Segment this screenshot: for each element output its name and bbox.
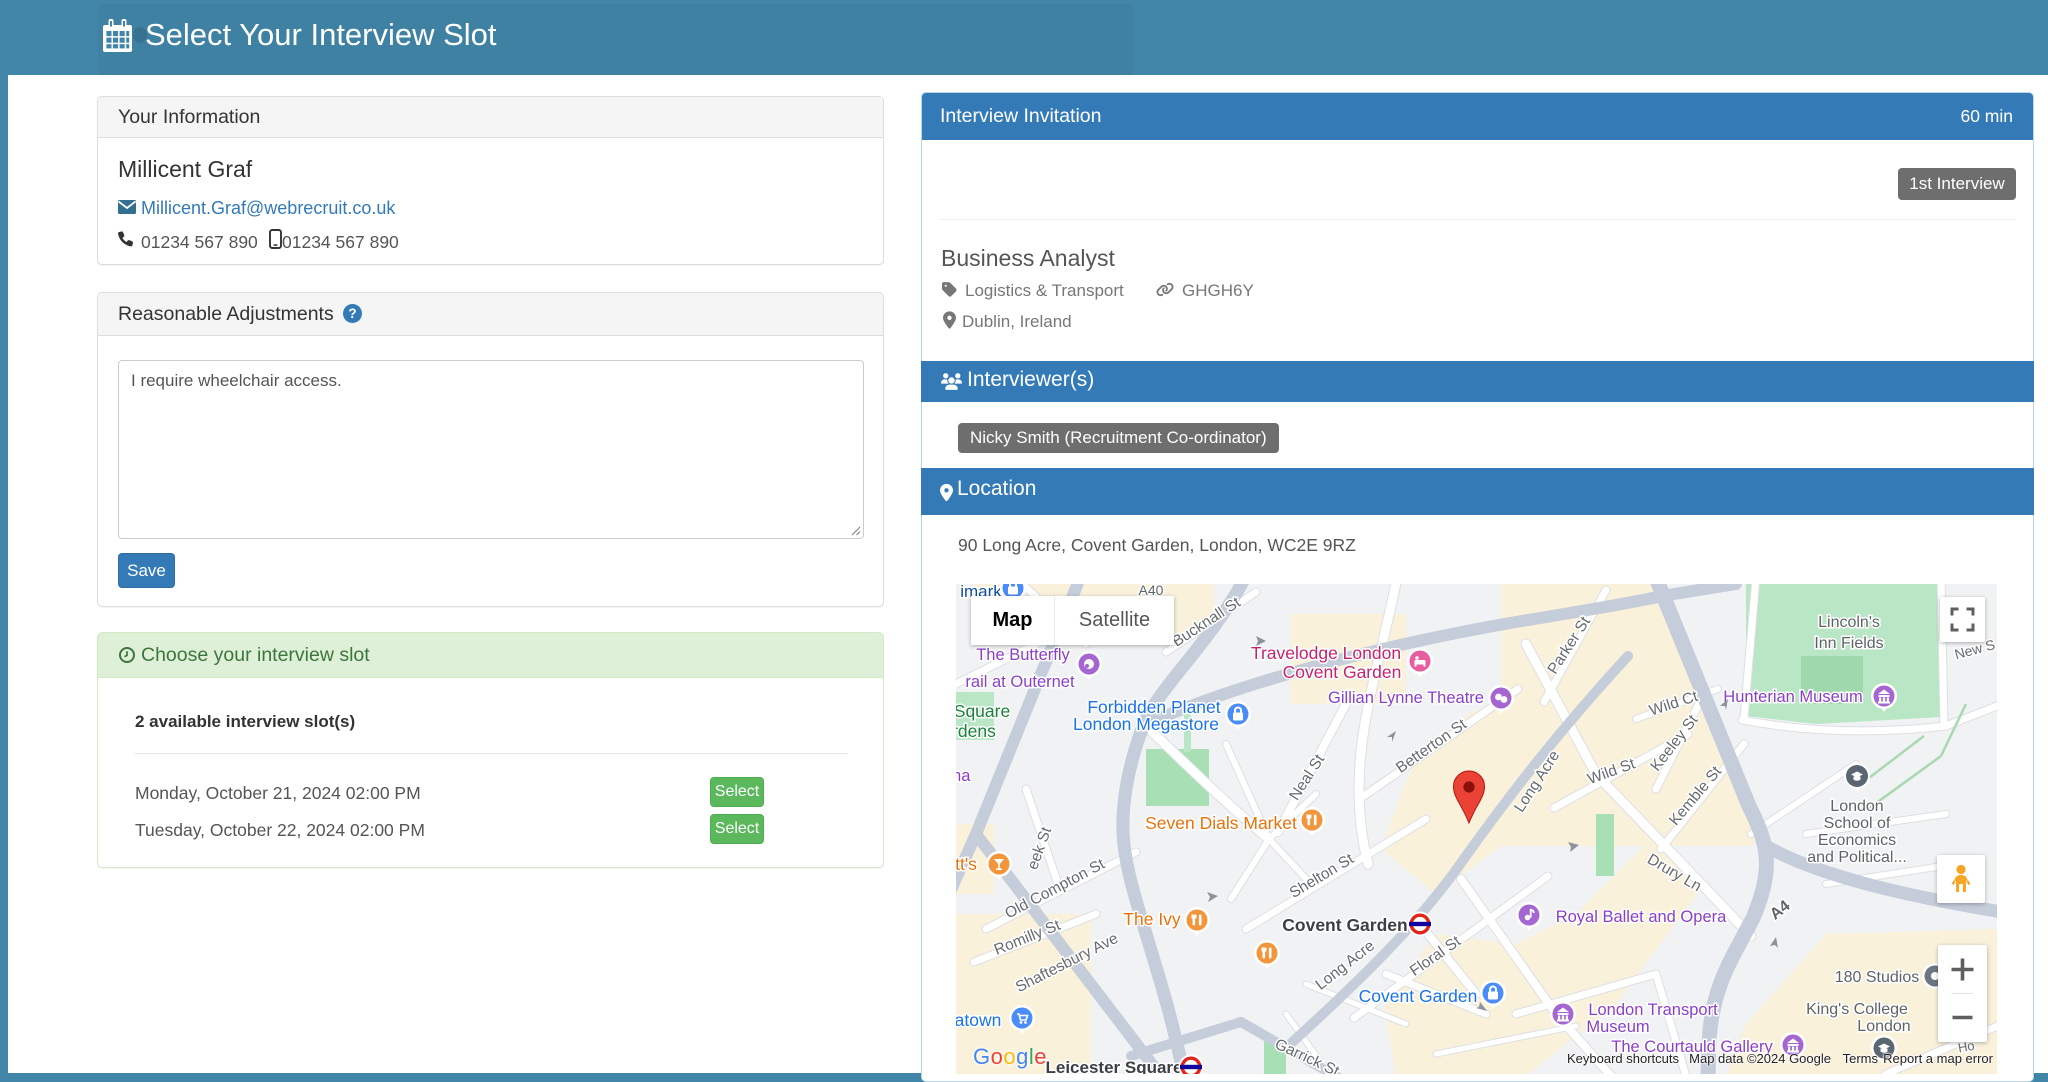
svg-text:Lincoln's: Lincoln's	[1818, 614, 1880, 631]
svg-text:Covent Garden: Covent Garden	[1282, 915, 1407, 935]
svg-text:The Butterfly: The Butterfly	[976, 646, 1070, 664]
svg-text:London Megastore: London Megastore	[1073, 714, 1219, 734]
svg-text:Covent Garden: Covent Garden	[1283, 662, 1402, 682]
svg-text:rail at Outernet: rail at Outernet	[965, 673, 1075, 691]
svg-text:The Ivy: The Ivy	[1123, 909, 1181, 929]
svg-text:and Political...: and Political...	[1807, 849, 1907, 866]
svg-text:Travelodge London: Travelodge London	[1251, 643, 1401, 663]
svg-text:Royal Ballet and Opera: Royal Ballet and Opera	[1556, 908, 1727, 926]
svg-text:Gillian Lynne Theatre: Gillian Lynne Theatre	[1328, 689, 1484, 707]
svg-text:London Transport: London Transport	[1588, 1001, 1718, 1019]
svg-text:Square: Square	[956, 701, 1010, 721]
svg-text:rdens: rdens	[956, 721, 996, 741]
svg-text:?: ?	[349, 306, 357, 321]
svg-text:King's College: King's College	[1806, 1001, 1908, 1018]
svg-text:180 Studios: 180 Studios	[1835, 969, 1920, 986]
svg-text:School of: School of	[1824, 815, 1891, 832]
svg-text:tt's: tt's	[956, 854, 977, 874]
svg-text:London: London	[1857, 1018, 1910, 1035]
svg-text:atown: atown	[956, 1010, 1001, 1030]
svg-text:Inn Fields: Inn Fields	[1814, 635, 1883, 652]
svg-text:Museum: Museum	[1586, 1018, 1649, 1036]
svg-text:Economics: Economics	[1818, 832, 1896, 849]
svg-text:ma: ma	[956, 767, 971, 785]
svg-text:Hunterian Museum: Hunterian Museum	[1723, 688, 1862, 706]
svg-text:Covent Garden: Covent Garden	[1359, 986, 1478, 1006]
svg-text:Seven Dials Market: Seven Dials Market	[1145, 813, 1297, 833]
svg-text:Leicester Square: Leicester Square	[1045, 1058, 1182, 1074]
svg-text:London: London	[1830, 798, 1883, 815]
